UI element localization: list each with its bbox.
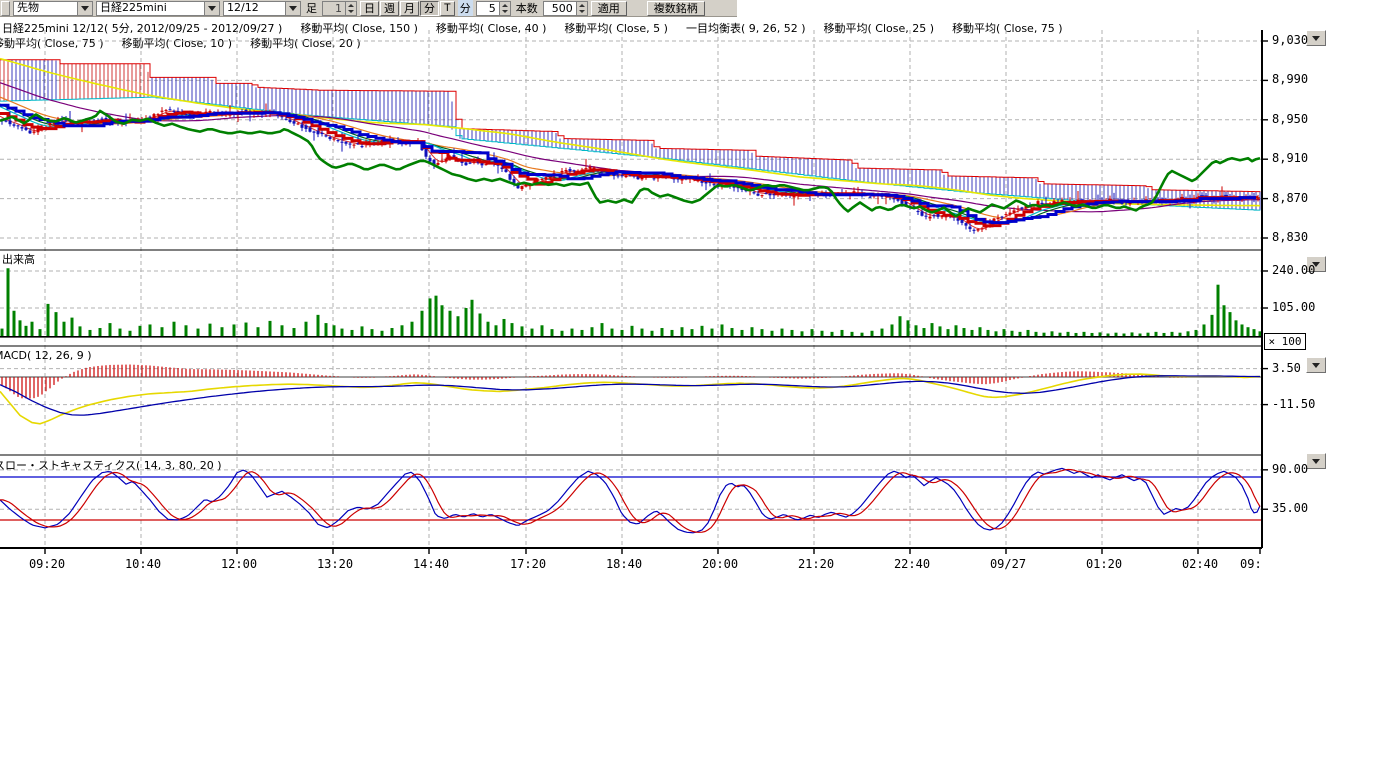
- time-axis-label: 22:40: [892, 557, 932, 571]
- volume-pane-title: 出来高: [2, 251, 35, 267]
- volume-axis-label: 240.00: [1272, 263, 1315, 277]
- time-axis-label: 21:20: [796, 557, 836, 571]
- time-axis-label: 09:20: [27, 557, 67, 571]
- price-axis-label: 9,030: [1272, 33, 1308, 47]
- macd-pane-scale-dropdown[interactable]: [1306, 357, 1326, 373]
- time-axis-label: 01:20: [1084, 557, 1124, 571]
- price-axis-label: 8,910: [1272, 151, 1308, 165]
- time-axis-label: 02:40: [1180, 557, 1220, 571]
- time-axis-label: 10:40: [123, 557, 163, 571]
- price-axis-label: 8,990: [1272, 72, 1308, 86]
- chart-canvas[interactable]: [0, 0, 1384, 768]
- time-axis-label: 18:40: [604, 557, 644, 571]
- volume-multiplier-box: × 100: [1264, 333, 1306, 350]
- stoch-axis-label: 90.00: [1272, 462, 1308, 476]
- time-axis-label: 09:: [1240, 557, 1262, 571]
- price-pane-scale-dropdown[interactable]: [1306, 30, 1326, 46]
- time-axis-label: 09/27: [988, 557, 1028, 571]
- macd-axis-label: 3.50: [1272, 361, 1301, 375]
- time-axis-label: 17:20: [508, 557, 548, 571]
- time-axis-label: 12:00: [219, 557, 259, 571]
- price-axis-label: 8,950: [1272, 112, 1308, 126]
- time-axis-label: 14:40: [411, 557, 451, 571]
- trading-app-window: 先物 日経225mini 12/12 足 1 日週月分T 分 5 本数 500 …: [0, 0, 1384, 768]
- macd-pane-title: MACD( 12, 26, 9 ): [0, 349, 92, 362]
- price-axis-label: 8,830: [1272, 230, 1308, 244]
- price-axis-label: 8,870: [1272, 191, 1308, 205]
- chevron-down-icon: [1312, 459, 1320, 464]
- time-axis-label: 20:00: [700, 557, 740, 571]
- chevron-down-icon: [1312, 363, 1320, 368]
- time-axis-label: 13:20: [315, 557, 355, 571]
- chevron-down-icon: [1312, 36, 1320, 41]
- stoch-pane-title: スロー・ストキャスティクス( 14, 3, 80, 20 ): [0, 457, 222, 473]
- stoch-pane-scale-dropdown[interactable]: [1306, 453, 1326, 469]
- stoch-axis-label: 35.00: [1272, 501, 1308, 515]
- volume-axis-label: 105.00: [1272, 300, 1315, 314]
- macd-axis-label: -11.50: [1272, 397, 1315, 411]
